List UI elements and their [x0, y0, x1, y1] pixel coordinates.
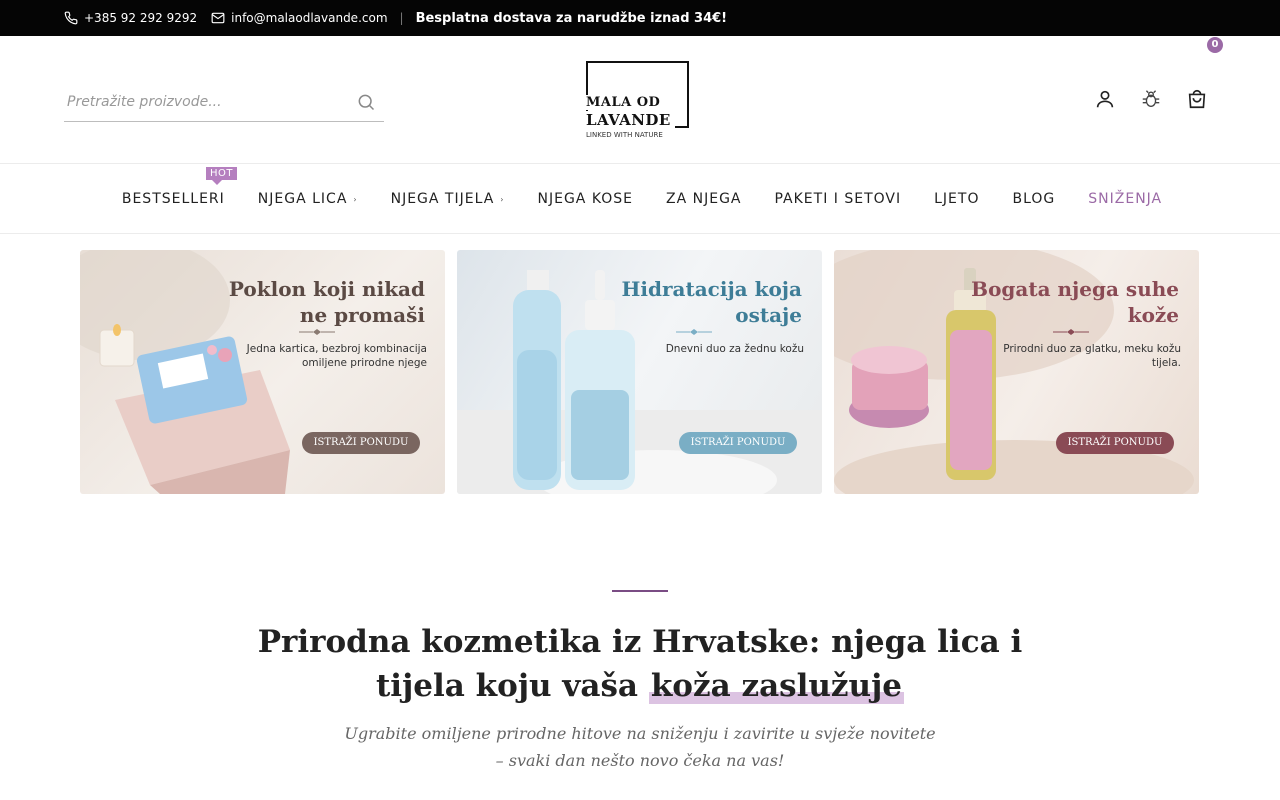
main-nav: BESTSELLERI NJEGA LICA › NJEGA TIJELA › NJ… — [0, 164, 1280, 234]
banner-title: Hidratacija koja ostaje — [621, 277, 803, 327]
search-input[interactable] — [64, 93, 344, 110]
bug-icon[interactable] — [1140, 88, 1162, 110]
banner-dry-skin[interactable]: Bogata njega suhe kože Prirodni duo za g… — [834, 250, 1199, 494]
chevron-down-icon: › — [353, 194, 358, 204]
nav-label: NJEGA TIJELA — [390, 191, 495, 207]
cart-icon[interactable] — [1186, 88, 1208, 110]
banner-gift-card[interactable]: Poklon koji nikad ne promaši Jedna karti… — [80, 250, 445, 494]
nav-item-ljeto[interactable]: LJETO — [934, 191, 979, 207]
nav-label: SNIŽENJA — [1088, 191, 1163, 207]
hot-badge: HOT — [206, 167, 237, 185]
site-header: MALA OD LAVANDE LINKED WITH NATURE — [0, 36, 1280, 164]
nav-item-njega-tijela[interactable]: NJEGA TIJELA › — [391, 191, 505, 207]
intro-text-line1: Ugrabite omiljene prirodne hitove na sni… — [344, 724, 936, 743]
banner-subtitle: Dnevni duo za žednu kožu — [665, 343, 804, 355]
nav-label: NJEGA KOSE — [537, 191, 633, 207]
phone-icon — [64, 11, 78, 25]
nav-label: BESTSELLERI — [121, 191, 225, 207]
headline-line2: tijela koju vaša — [375, 668, 639, 704]
chevron-down-icon: › — [500, 194, 505, 204]
user-icon[interactable] — [1094, 88, 1116, 110]
banner-title: Poklon koji nikad ne promaši — [228, 277, 425, 327]
nav-label: ZA NJEGA — [666, 191, 742, 207]
email-address: info@malaodlavande.com — [231, 11, 388, 25]
explore-offer-button[interactable]: ISTRAŽI PONUDU — [302, 432, 420, 454]
intro-text-line2: – svaki dan nešto novo čeka na vas! — [495, 751, 785, 770]
nav-label: PAKETI I SETOVI — [774, 191, 902, 207]
search-icon[interactable] — [356, 92, 376, 112]
nav-label: NJEGA LICA — [257, 191, 348, 207]
nav-label: LJETO — [934, 191, 980, 207]
free-shipping-promo: Besplatna dostava za narudžbe iznad 34€! — [415, 10, 728, 26]
top-bar: +385 92 292 9292 info@malaodlavande.com … — [0, 0, 1280, 36]
section-divider — [612, 590, 668, 592]
divider-ornament-icon — [299, 329, 335, 335]
search-bar — [64, 82, 384, 122]
headline-highlight: koža zaslužuje — [648, 668, 905, 704]
headline-line1: Prirodna kozmetika iz Hrvatske: njega li… — [257, 624, 1023, 660]
logo-tagline: LINKED WITH NATURE — [586, 131, 663, 139]
nav-item-bestselleri[interactable]: BESTSELLERI — [122, 191, 225, 207]
email-link[interactable]: info@malaodlavande.com — [211, 11, 388, 25]
cart-count-badge: 0 — [1207, 37, 1223, 53]
nav-item-za-njega[interactable]: ZA NJEGA — [666, 191, 742, 207]
logo-line1: MALA OD — [586, 95, 665, 110]
nav-label: BLOG — [1012, 191, 1056, 207]
page-headline: Prirodna kozmetika iz Hrvatske: njega li… — [0, 620, 1280, 708]
banner-subtitle: Jedna kartica, bezbroj kombinacija omilj… — [246, 343, 427, 369]
divider-ornament-icon — [1053, 329, 1089, 335]
phone-number: +385 92 292 9292 — [84, 11, 198, 25]
nav-item-blog[interactable]: BLOG — [1012, 191, 1055, 207]
promo-banners: Poklon koji nikad ne promaši Jedna karti… — [80, 250, 1200, 494]
header-actions — [1094, 88, 1208, 110]
logo-line2: LAVANDE — [586, 111, 675, 129]
nav-item-snizenja[interactable]: SNIŽENJA — [1088, 191, 1162, 207]
divider-ornament-icon — [676, 329, 712, 335]
mail-icon — [211, 11, 225, 25]
logo[interactable]: MALA OD LAVANDE LINKED WITH NATURE — [586, 61, 690, 141]
explore-offer-button[interactable]: ISTRAŽI PONUDU — [679, 432, 797, 454]
nav-item-njega-lica[interactable]: NJEGA LICA › — [258, 191, 358, 207]
banner-subtitle: Prirodni duo za glatku, meku kožu tijela… — [1003, 343, 1181, 369]
nav-item-paketi-i-setovi[interactable]: PAKETI I SETOVI — [775, 191, 902, 207]
banner-title: Bogata njega suhe kože — [971, 277, 1179, 327]
banner-hydration[interactable]: Hidratacija koja ostaje Dnevni duo za že… — [457, 250, 822, 494]
separator: | — [399, 11, 404, 25]
nav-item-njega-kose[interactable]: NJEGA KOSE — [538, 191, 634, 207]
phone-link[interactable]: +385 92 292 9292 — [64, 11, 197, 25]
explore-offer-button[interactable]: ISTRAŽI PONUDU — [1056, 432, 1174, 454]
intro-text: Ugrabite omiljene prirodne hitove na sni… — [0, 720, 1280, 774]
